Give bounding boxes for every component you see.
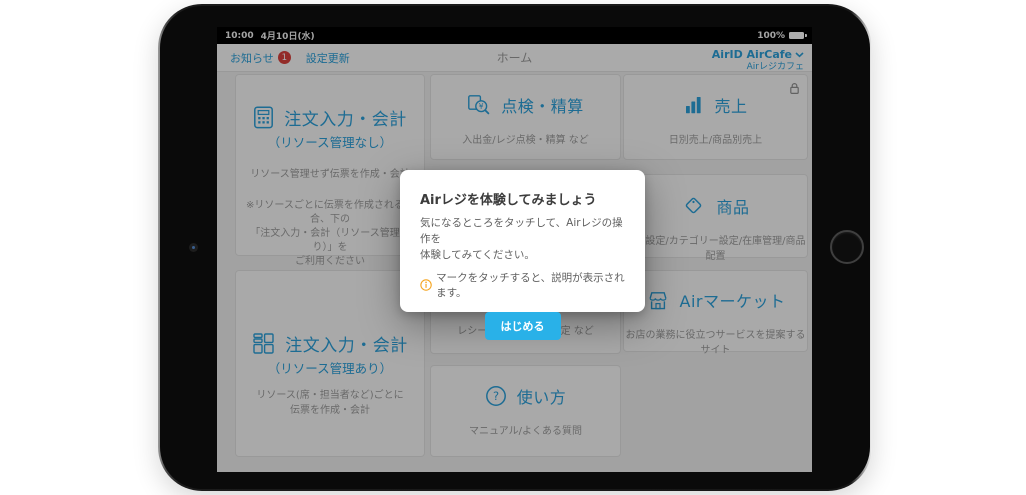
app-screen: 10:00 4月10日(水) 100% お知らせ 1 設定更新 ホー <box>217 27 812 472</box>
start-button[interactable]: はじめる <box>485 312 561 340</box>
dialog-info-row: マークをタッチすると、説明が表示されます。 <box>420 270 625 300</box>
dialog-body: 気になるところをタッチして、Airレジの操作を 体験してみてください。 <box>420 216 625 263</box>
ipad-bezel: 10:00 4月10日(水) 100% お知らせ 1 設定更新 ホー <box>160 6 870 489</box>
ipad-device: 10:00 4月10日(水) 100% お知らせ 1 設定更新 ホー <box>158 4 872 491</box>
onboarding-dialog: Airレジを体験してみましょう 気になるところをタッチして、Airレジの操作を … <box>400 170 645 312</box>
home-button[interactable] <box>830 230 864 264</box>
front-camera-icon <box>189 243 198 252</box>
dialog-info-text: マークをタッチすると、説明が表示されます。 <box>436 270 625 300</box>
dialog-title: Airレジを体験してみましょう <box>420 189 625 208</box>
photo-backdrop: 10:00 4月10日(水) 100% お知らせ 1 設定更新 ホー <box>0 0 1026 495</box>
info-icon <box>420 278 432 292</box>
